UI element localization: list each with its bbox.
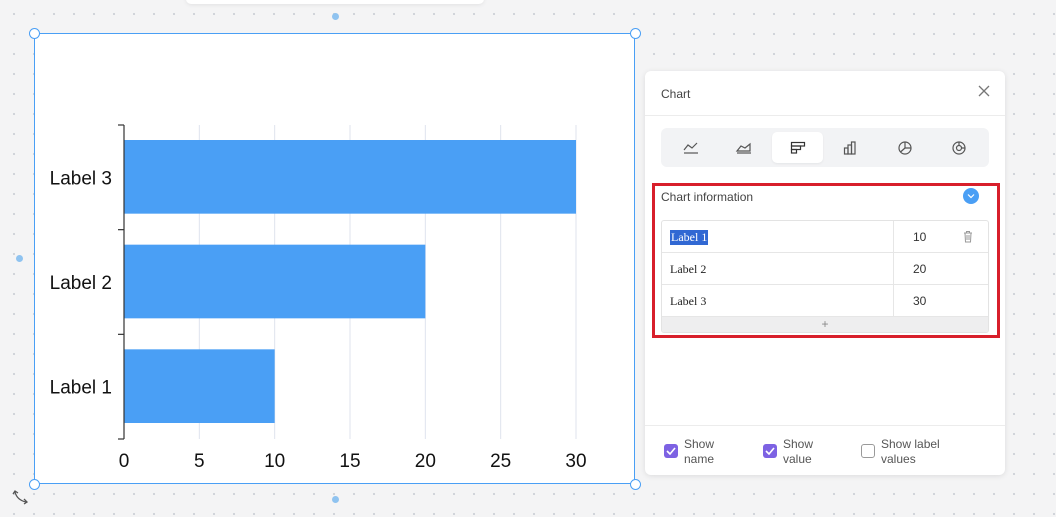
- row-value[interactable]: 30: [913, 294, 926, 308]
- trash-icon[interactable]: [962, 230, 974, 243]
- collapse-button[interactable]: [963, 188, 979, 204]
- table-row: Label 3 30: [662, 285, 988, 317]
- show-label-values-checkbox[interactable]: [861, 444, 875, 458]
- rotate-icon[interactable]: [12, 487, 32, 507]
- bar: [124, 349, 275, 423]
- bar: [124, 244, 426, 319]
- chart-frame[interactable]: Label 3 Label 2 Label 1 0 5 10 15 20 25 30: [34, 33, 635, 484]
- horizontal-bar-chart-icon: [790, 141, 805, 154]
- section-label: Chart information: [661, 190, 754, 204]
- show-value-checkbox[interactable]: [763, 444, 777, 458]
- chart-type-pie[interactable]: [879, 132, 930, 163]
- category-label: Label 2: [50, 273, 112, 294]
- name-cell[interactable]: Label 3: [662, 285, 894, 316]
- chart-type-selector: [661, 128, 989, 167]
- table-row: Label 1 10: [662, 221, 988, 253]
- category-label: Label 1: [50, 378, 112, 399]
- resize-handle-bottom[interactable]: [332, 496, 339, 503]
- close-icon: [978, 85, 990, 97]
- display-options: Show name Show value Show label values: [645, 425, 1005, 475]
- show-name-checkbox[interactable]: [664, 444, 678, 458]
- row-name[interactable]: Label 3: [670, 294, 706, 309]
- donut-chart-icon: [951, 140, 966, 155]
- show-value-label: Show value: [783, 437, 814, 466]
- corner-handle-bottom-right[interactable]: [630, 479, 641, 490]
- bar-chart: Label 3 Label 2 Label 1 0 5 10 15 20 25 30: [50, 124, 587, 472]
- floating-toolbar: [186, 0, 484, 4]
- area-chart-icon: [735, 142, 751, 154]
- row-name[interactable]: Label 2: [670, 262, 706, 277]
- chart-type-donut[interactable]: [933, 132, 984, 163]
- name-cell[interactable]: Label 1: [662, 221, 894, 252]
- vertical-bar-chart-icon: [843, 140, 856, 155]
- corner-handle-top-right[interactable]: [630, 28, 641, 39]
- row-name[interactable]: Label 1: [670, 230, 709, 245]
- show-name-option[interactable]: Show name: [664, 437, 728, 467]
- resize-handle-top[interactable]: [332, 13, 339, 20]
- check-icon: [666, 447, 676, 455]
- bar: [124, 140, 576, 214]
- chart-settings-panel: Chart Chart information Label 1 10 Label…: [645, 71, 1005, 475]
- category-label: Label 3: [50, 168, 112, 189]
- x-tick-label: 0: [119, 451, 130, 472]
- data-table: Label 1 10 Label 2 20 Label 3 30 +: [661, 220, 989, 333]
- check-icon: [765, 447, 775, 455]
- chart-type-vertical-bar[interactable]: [825, 132, 876, 163]
- row-value[interactable]: 20: [913, 262, 926, 276]
- x-tick-label: 25: [490, 451, 511, 472]
- x-tick-label: 5: [194, 451, 205, 472]
- show-label-values-label: Show label values: [881, 437, 940, 466]
- close-button[interactable]: [976, 83, 992, 99]
- line-chart-icon: [683, 142, 698, 154]
- show-label-values-option[interactable]: Show label values: [861, 437, 961, 467]
- resize-handle-left[interactable]: [16, 255, 23, 262]
- x-tick-label: 30: [565, 451, 586, 472]
- add-row-button[interactable]: +: [662, 317, 988, 332]
- corner-handle-top-left[interactable]: [29, 28, 40, 39]
- panel-header: Chart: [645, 71, 1005, 116]
- x-tick-label: 10: [264, 451, 285, 472]
- table-row: Label 2 20: [662, 253, 988, 285]
- chart-type-area[interactable]: [718, 132, 769, 163]
- name-cell[interactable]: Label 2: [662, 253, 894, 284]
- x-tick-label: 15: [339, 451, 360, 472]
- panel-title: Chart: [661, 87, 691, 101]
- show-name-label: Show name: [684, 437, 715, 466]
- x-tick-label: 20: [415, 451, 436, 472]
- chart-type-horizontal-bar[interactable]: [772, 132, 823, 163]
- row-value[interactable]: 10: [913, 230, 926, 244]
- show-value-option[interactable]: Show value: [763, 437, 827, 467]
- chevron-down-icon: [967, 194, 975, 199]
- pie-chart-icon: [897, 140, 912, 155]
- chart-type-line[interactable]: [665, 132, 716, 163]
